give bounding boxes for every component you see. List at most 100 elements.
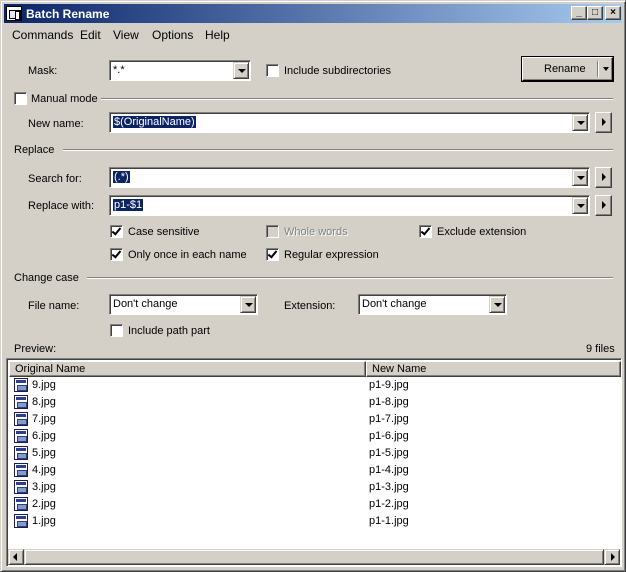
include-path-part-checkbox[interactable] bbox=[110, 324, 123, 337]
new-name-cell: p1-3.jpg bbox=[369, 481, 409, 493]
only-once-label: Only once in each name bbox=[128, 249, 247, 261]
column-header-original-name[interactable]: Original Name bbox=[9, 361, 366, 377]
menu-bar: Commands Edit View Options Help bbox=[4, 25, 622, 44]
mask-combo[interactable]: *.* bbox=[109, 60, 251, 81]
list-item[interactable]: 9.jpg p1-9.jpg bbox=[9, 377, 619, 394]
replace-with-insert-arrow-icon[interactable] bbox=[595, 195, 612, 216]
menu-options[interactable]: Options bbox=[152, 28, 193, 42]
preview-label: Preview: bbox=[14, 343, 57, 355]
batch-rename-window: Batch Rename _ □ × Commands Edit View Op… bbox=[0, 0, 626, 572]
original-name-cell: 6.jpg bbox=[32, 430, 56, 442]
menu-commands[interactable]: Commands bbox=[12, 28, 73, 42]
search-for-combo[interactable]: (.*) bbox=[109, 167, 590, 188]
scroll-right-arrow-icon[interactable] bbox=[604, 549, 620, 565]
extension-case-dropdown-arrow-icon[interactable] bbox=[489, 296, 505, 313]
include-path-part-label: Include path part bbox=[128, 325, 210, 337]
menu-edit[interactable]: Edit bbox=[80, 28, 101, 42]
search-for-dropdown-arrow-icon[interactable] bbox=[572, 169, 588, 186]
scrollbar-thumb[interactable] bbox=[24, 549, 604, 565]
new-name-cell: p1-7.jpg bbox=[369, 413, 409, 425]
original-name-cell: 8.jpg bbox=[32, 396, 56, 408]
original-name-cell: 3.jpg bbox=[32, 481, 56, 493]
exclude-extension-checkbox[interactable] bbox=[419, 225, 432, 238]
original-name-cell: 2.jpg bbox=[32, 498, 56, 510]
replace-with-combo[interactable]: p1-$1 bbox=[109, 195, 590, 216]
whole-words-checkbox[interactable] bbox=[266, 225, 279, 238]
new-name-combo[interactable]: $(OriginalName) bbox=[109, 112, 590, 133]
new-name-cell: p1-6.jpg bbox=[369, 430, 409, 442]
list-item[interactable]: 4.jpg p1-4.jpg bbox=[9, 462, 619, 479]
list-item[interactable]: 6.jpg p1-6.jpg bbox=[9, 428, 619, 445]
exclude-extension-label: Exclude extension bbox=[437, 226, 527, 238]
new-name-cell: p1-1.jpg bbox=[369, 515, 409, 527]
list-item[interactable]: 8.jpg p1-8.jpg bbox=[9, 394, 619, 411]
close-button[interactable]: × bbox=[605, 6, 621, 20]
list-item[interactable]: 7.jpg p1-7.jpg bbox=[9, 411, 619, 428]
replace-with-label: Replace with: bbox=[28, 200, 95, 212]
extension-case-select[interactable]: Don't change bbox=[358, 294, 507, 315]
case-sensitive-checkbox[interactable] bbox=[110, 225, 123, 238]
case-sensitive-label: Case sensitive bbox=[128, 226, 200, 238]
replace-group-label: Replace bbox=[14, 144, 55, 156]
original-name-cell: 5.jpg bbox=[32, 447, 56, 459]
app-icon[interactable] bbox=[6, 6, 22, 21]
list-item[interactable]: 5.jpg p1-5.jpg bbox=[9, 445, 619, 462]
new-name-cell: p1-4.jpg bbox=[369, 464, 409, 476]
rename-button-separator bbox=[597, 61, 599, 77]
search-for-value: (.*) bbox=[113, 171, 130, 183]
search-for-label: Search for: bbox=[28, 173, 82, 185]
new-name-value: $(OriginalName) bbox=[113, 116, 196, 128]
search-for-insert-arrow-icon[interactable] bbox=[595, 167, 612, 188]
replace-divider bbox=[63, 149, 613, 151]
change-case-divider bbox=[87, 277, 613, 279]
new-name-label: New name: bbox=[28, 118, 84, 130]
manual-mode-checkbox[interactable] bbox=[14, 92, 27, 105]
list-item[interactable]: 3.jpg p1-3.jpg bbox=[9, 479, 619, 496]
rename-dropdown-arrow-icon[interactable] bbox=[603, 67, 609, 71]
rename-button-label: Rename bbox=[544, 63, 586, 75]
menu-help[interactable]: Help bbox=[205, 28, 230, 42]
original-name-cell: 9.jpg bbox=[32, 379, 56, 391]
mask-label: Mask: bbox=[28, 65, 58, 77]
image-file-icon bbox=[14, 480, 28, 494]
extension-case-label: Extension: bbox=[284, 300, 336, 312]
preview-list[interactable]: Original Name New Name 9.jpg p1-9.jpg 8.… bbox=[6, 358, 622, 567]
file-name-case-select[interactable]: Don't change bbox=[109, 294, 258, 315]
image-file-icon bbox=[14, 395, 28, 409]
horizontal-scrollbar[interactable] bbox=[8, 549, 620, 565]
include-subdirectories-checkbox[interactable] bbox=[266, 64, 279, 77]
image-file-icon bbox=[14, 378, 28, 392]
list-item[interactable]: 1.jpg p1-1.jpg bbox=[9, 513, 619, 530]
minimize-button[interactable]: _ bbox=[571, 6, 587, 20]
maximize-button[interactable]: □ bbox=[587, 6, 603, 20]
new-name-cell: p1-9.jpg bbox=[369, 379, 409, 391]
preview-file-count: 9 files bbox=[586, 343, 615, 355]
file-name-case-label: File name: bbox=[28, 300, 80, 312]
regular-expression-checkbox[interactable] bbox=[266, 248, 279, 261]
manual-mode-divider bbox=[101, 98, 613, 100]
new-name-dropdown-arrow-icon[interactable] bbox=[572, 114, 588, 131]
menu-view[interactable]: View bbox=[113, 28, 139, 42]
rename-button[interactable]: Rename bbox=[522, 57, 613, 81]
list-item[interactable]: 2.jpg p1-2.jpg bbox=[9, 496, 619, 513]
new-name-cell: p1-8.jpg bbox=[369, 396, 409, 408]
replace-with-value: p1-$1 bbox=[113, 199, 144, 211]
column-header-new-name[interactable]: New Name bbox=[366, 361, 621, 377]
new-name-insert-arrow-icon[interactable] bbox=[595, 112, 612, 133]
only-once-checkbox[interactable] bbox=[110, 248, 123, 261]
whole-words-label: Whole words bbox=[284, 226, 348, 238]
title-bar[interactable]: Batch Rename _ □ × bbox=[4, 4, 622, 23]
mask-dropdown-arrow-icon[interactable] bbox=[233, 62, 249, 79]
original-name-cell: 4.jpg bbox=[32, 464, 56, 476]
original-name-cell: 7.jpg bbox=[32, 413, 56, 425]
scroll-left-arrow-icon[interactable] bbox=[8, 549, 24, 565]
window-title: Batch Rename bbox=[26, 7, 110, 21]
replace-with-dropdown-arrow-icon[interactable] bbox=[572, 197, 588, 214]
mask-value: *.* bbox=[113, 64, 125, 76]
file-name-case-dropdown-arrow-icon[interactable] bbox=[240, 296, 256, 313]
new-name-cell: p1-5.jpg bbox=[369, 447, 409, 459]
image-file-icon bbox=[14, 514, 28, 528]
include-subdirectories-label: Include subdirectories bbox=[284, 65, 392, 77]
image-file-icon bbox=[14, 429, 28, 443]
image-file-icon bbox=[14, 463, 28, 477]
